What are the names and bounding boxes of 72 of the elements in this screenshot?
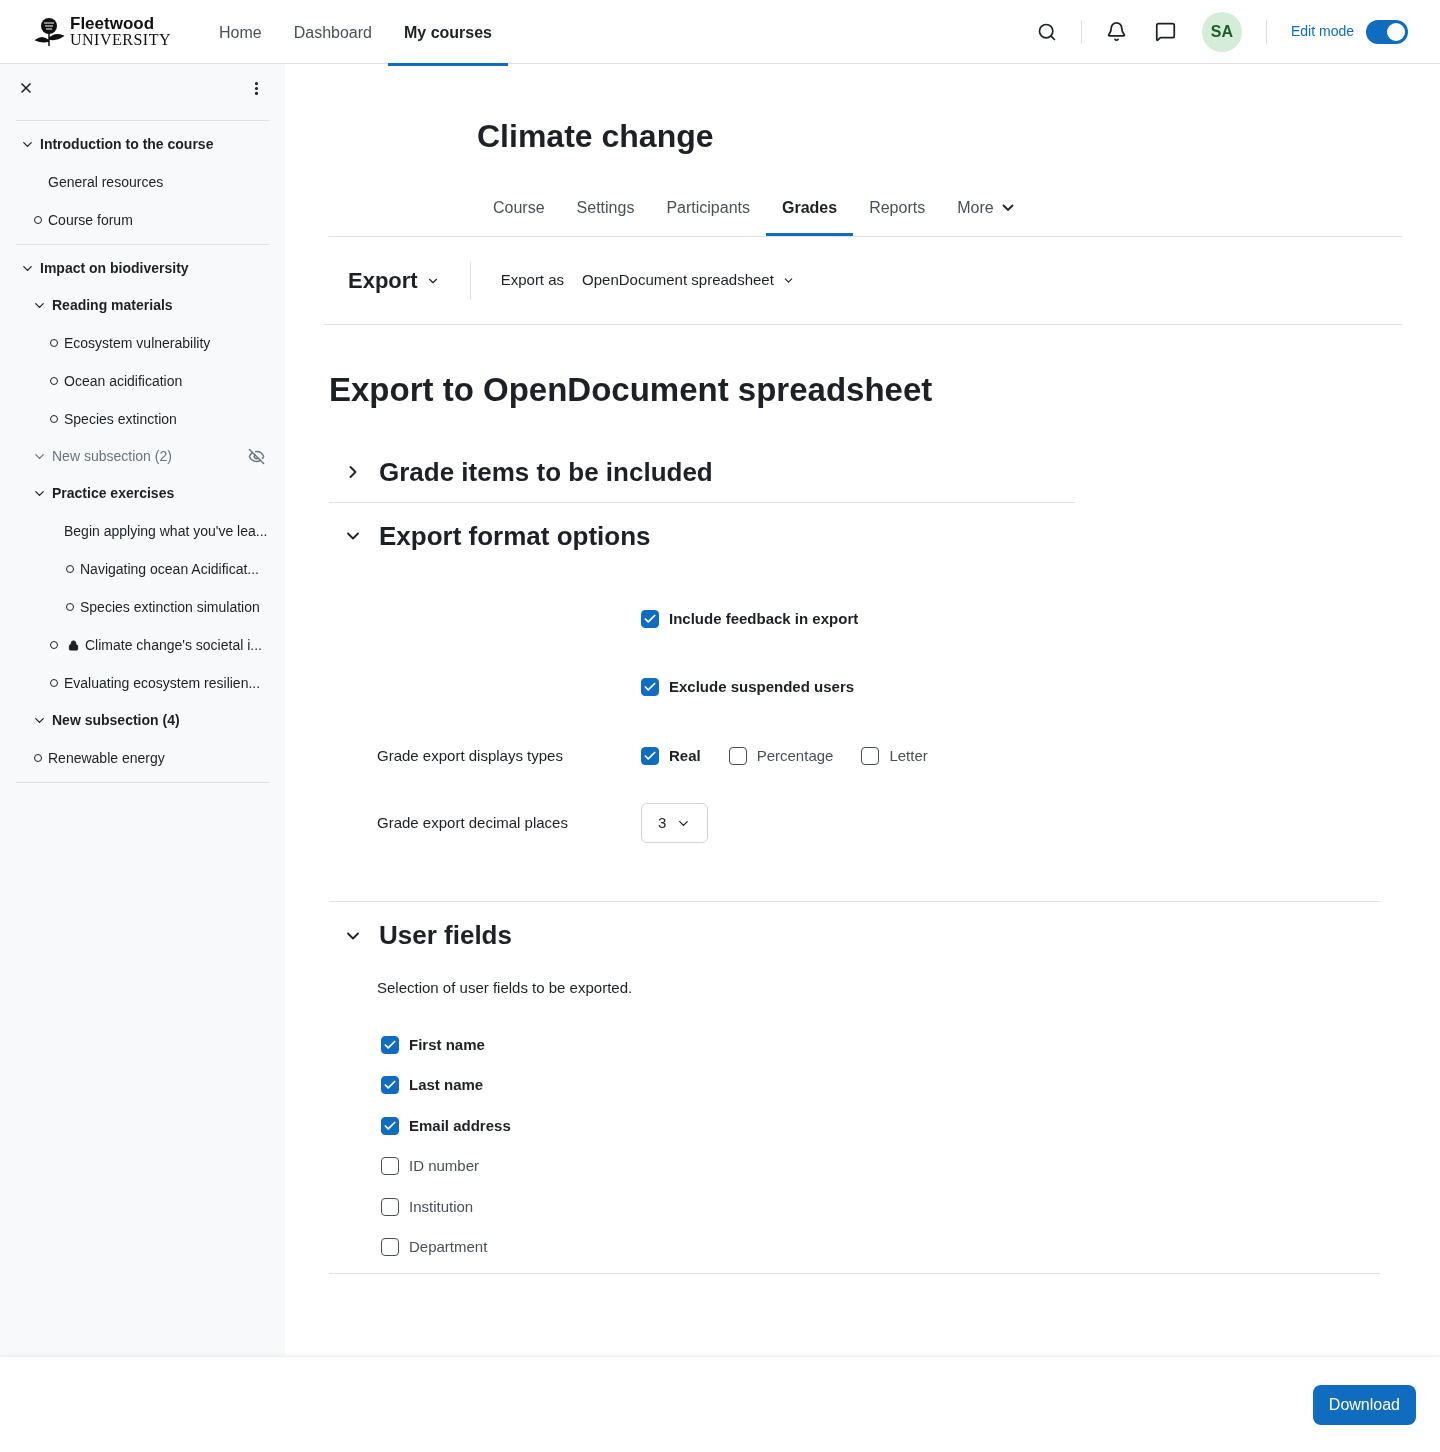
checkbox[interactable] bbox=[381, 1157, 399, 1176]
checkbox[interactable] bbox=[641, 746, 659, 765]
decimal-places-select[interactable]: 3 bbox=[641, 803, 709, 843]
course-index-item[interactable]: Renewable energy bbox=[48, 747, 165, 769]
checkbox[interactable] bbox=[381, 1238, 399, 1257]
tertiary-nav-dropdown[interactable]: Export bbox=[348, 264, 470, 297]
course-index-item[interactable]: Evaluating ecosystem resilien... bbox=[64, 672, 261, 694]
course-index-section[interactable]: New subsection (4) bbox=[52, 710, 180, 731]
checkbox[interactable] bbox=[728, 746, 747, 765]
course-index-item[interactable]: General resources bbox=[48, 171, 164, 193]
section-description: Selection of user fields to be exported. bbox=[377, 978, 634, 998]
course-tab[interactable]: Participants bbox=[650, 182, 766, 236]
chat-bubble-icon[interactable] bbox=[1154, 21, 1176, 42]
edit-mode-toggle[interactable] bbox=[1366, 19, 1408, 44]
close-icon[interactable] bbox=[18, 80, 34, 96]
brand-subtitle: UNIVERSITY bbox=[70, 31, 171, 48]
checkbox-label: Include feedback in export bbox=[669, 608, 859, 629]
course-tab[interactable]: Settings bbox=[560, 182, 651, 236]
bell-icon[interactable] bbox=[1105, 21, 1127, 42]
course-index-section[interactable]: New subsection (2) bbox=[52, 446, 172, 467]
brand-name: Fleetwood bbox=[70, 15, 156, 32]
user-avatar[interactable]: SA bbox=[1201, 11, 1242, 52]
checkbox-label: Letter bbox=[889, 745, 928, 766]
checkbox[interactable] bbox=[381, 1076, 399, 1095]
course-index-section[interactable]: Reading materials bbox=[52, 295, 173, 316]
checkbox-label: Last name bbox=[409, 1075, 484, 1095]
course-title: Climate change bbox=[477, 117, 715, 156]
search-icon[interactable] bbox=[1036, 21, 1057, 42]
checkbox[interactable] bbox=[861, 746, 880, 765]
logo-icon bbox=[32, 16, 66, 47]
edit-mode-label: Edit mode bbox=[1290, 22, 1354, 41]
checkbox-label: Institution bbox=[409, 1196, 474, 1217]
course-index-item[interactable]: Course forum bbox=[48, 209, 133, 231]
course-index-item[interactable]: Begin applying what you've lea... bbox=[64, 520, 268, 542]
checkbox-label: Email address bbox=[409, 1115, 511, 1136]
section-heading[interactable]: Grade items to be included bbox=[379, 452, 713, 492]
section-heading[interactable]: User fields bbox=[379, 916, 512, 955]
checkbox-label: ID number bbox=[409, 1156, 480, 1176]
checkbox[interactable] bbox=[381, 1035, 399, 1054]
page-heading: Export to OpenDocument spreadsheet bbox=[329, 370, 934, 410]
export-as-label: Export as bbox=[500, 270, 565, 291]
checkbox-label: Real bbox=[669, 745, 701, 766]
checkbox-label: Percentage bbox=[756, 745, 834, 766]
course-tab[interactable]: Reports bbox=[853, 182, 942, 236]
course-tab[interactable]: More bbox=[941, 182, 1030, 236]
course-index-item[interactable]: Ecosystem vulnerability bbox=[64, 332, 211, 354]
download-button[interactable]: Download bbox=[1312, 1384, 1416, 1425]
nav-tab[interactable]: Home bbox=[203, 3, 278, 66]
course-tab[interactable]: Grades bbox=[766, 182, 854, 236]
checkbox-label: Department bbox=[409, 1237, 488, 1257]
checkbox[interactable] bbox=[641, 609, 659, 628]
course-index-section[interactable]: Practice exercises bbox=[52, 483, 175, 504]
course-index-item[interactable]: Species extinction bbox=[64, 408, 177, 430]
caret-icon bbox=[1001, 204, 1014, 211]
export-format-dropdown[interactable]: OpenDocument spreadsheet bbox=[582, 269, 795, 292]
nav-tab[interactable]: Dashboard bbox=[277, 3, 388, 66]
course-index-item[interactable]: Navigating ocean Acidificat... bbox=[80, 558, 259, 580]
checkbox[interactable] bbox=[381, 1116, 399, 1135]
checkbox-label: Exclude suspended users bbox=[669, 677, 855, 697]
checkbox[interactable] bbox=[381, 1197, 399, 1216]
checkbox-label: First name bbox=[409, 1034, 485, 1055]
checkbox[interactable] bbox=[641, 678, 659, 697]
course-tab[interactable]: Course bbox=[477, 182, 561, 236]
field-label: Grade export displays types bbox=[377, 745, 564, 766]
field-label: Grade export decimal places bbox=[377, 812, 569, 833]
section-heading[interactable]: Export format options bbox=[379, 516, 651, 556]
course-index-item[interactable]: Ocean acidification bbox=[64, 370, 183, 392]
course-index-item[interactable]: Climate change's societal i... bbox=[85, 634, 262, 656]
course-index-item[interactable]: Species extinction simulation bbox=[80, 596, 260, 618]
nav-tab[interactable]: My courses bbox=[387, 3, 508, 66]
course-index-section[interactable]: Introduction to the course bbox=[40, 134, 214, 155]
course-index-section[interactable]: Impact on biodiversity bbox=[40, 258, 189, 279]
